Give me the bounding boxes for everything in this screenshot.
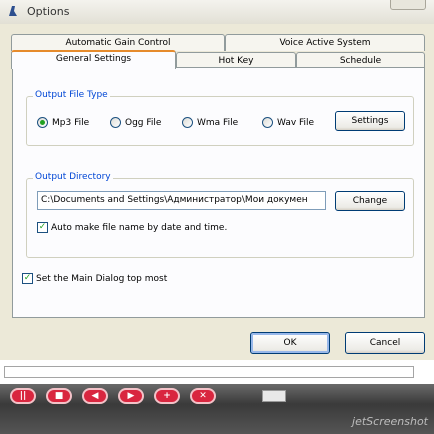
output-directory-label: Output Directory: [33, 172, 113, 182]
title-bar: Options: [0, 0, 434, 25]
radio-wma[interactable]: Wma File: [182, 116, 238, 129]
tab-label: Voice Active System: [279, 38, 371, 48]
checkmark-icon: ✓: [37, 222, 48, 233]
output-directory-group: Output Directory C:\Documents and Settin…: [26, 172, 414, 258]
stop-icon[interactable]: ■: [46, 388, 72, 404]
tab-automatic-gain-control[interactable]: Automatic Gain Control: [11, 34, 225, 51]
delete-icon[interactable]: ✕: [190, 388, 216, 404]
radio-label: Wav File: [277, 117, 315, 128]
main-window-background: || ■ ◀ ▶ + ✕ jetScreenshot: [0, 360, 434, 434]
forward-icon[interactable]: ▶: [118, 388, 144, 404]
top-most-label: Set the Main Dialog top most: [36, 273, 168, 284]
radio-wav[interactable]: Wav File: [262, 116, 314, 129]
tab-label: Automatic Gain Control: [65, 38, 171, 48]
close-window-button[interactable]: [390, 0, 426, 10]
tab-voice-active-system[interactable]: Voice Active System: [225, 34, 425, 51]
volume-slider-thumb[interactable]: [262, 390, 286, 402]
tab-general-settings[interactable]: General Settings: [11, 50, 176, 69]
options-dialog: Automatic Gain Control Voice Active Syst…: [0, 24, 434, 360]
top-most-checkbox[interactable]: ✓ Set the Main Dialog top most: [22, 273, 167, 284]
radio-label: Mp3 File: [52, 117, 90, 128]
progress-bar: [4, 366, 414, 378]
radio-ogg[interactable]: Ogg File: [110, 116, 161, 129]
radio-dot-icon: [110, 117, 121, 128]
change-button[interactable]: Change: [335, 191, 405, 211]
app-icon: [9, 6, 17, 16]
media-control-bar: || ■ ◀ ▶ + ✕ jetScreenshot: [0, 384, 434, 434]
tab-label: Hot Key: [218, 56, 254, 66]
window-title: Options: [27, 5, 70, 18]
settings-button[interactable]: Settings: [335, 111, 405, 131]
radio-label: Ogg File: [125, 117, 162, 128]
output-path-field[interactable]: C:\Documents and Settings\Администратор\…: [37, 191, 326, 210]
pause-icon[interactable]: ||: [10, 388, 36, 404]
auto-name-checkbox[interactable]: ✓ Auto make file name by date and time.: [37, 222, 227, 233]
output-file-type-group: Output File Type Mp3 File Ogg File Wma F…: [26, 90, 414, 146]
ok-button[interactable]: OK: [250, 332, 330, 354]
tab-label: General Settings: [55, 54, 132, 64]
general-settings-panel: Output File Type Mp3 File Ogg File Wma F…: [12, 67, 425, 318]
checkmark-icon: ✓: [22, 273, 33, 284]
radio-dot-icon: [37, 117, 48, 128]
radio-dot-icon: [182, 117, 193, 128]
radio-label: Wma File: [197, 117, 239, 128]
output-file-type-label: Output File Type: [33, 90, 110, 100]
add-icon[interactable]: +: [154, 388, 180, 404]
radio-dot-icon: [262, 117, 273, 128]
radio-mp3[interactable]: Mp3 File: [37, 116, 89, 129]
watermark-text: jetScreenshot: [352, 415, 428, 428]
cancel-button[interactable]: Cancel: [345, 332, 425, 354]
rewind-icon[interactable]: ◀: [82, 388, 108, 404]
tab-label: Schedule: [339, 56, 382, 66]
auto-name-label: Auto make file name by date and time.: [51, 222, 228, 233]
